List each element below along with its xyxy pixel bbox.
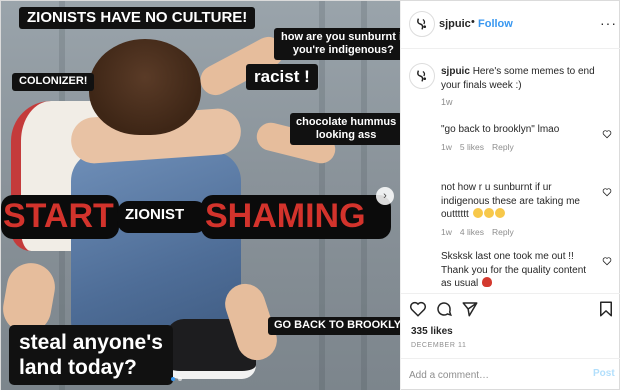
comment-text: Sksksk last one took me out !! Thank you… [441, 250, 616, 291]
crying-emoji-icon [494, 208, 505, 218]
comment-time[interactable]: 1w [441, 142, 452, 152]
comment-item: "go back to brooklyn" lmao 1w 5 likes Re… [441, 123, 616, 152]
meme-label-line: how are you sunburnt if [281, 31, 400, 43]
comment-item: not how r u sunburnt if ur indigenous th… [441, 181, 616, 237]
sjp-logo-icon [417, 18, 427, 30]
heart-icon[interactable] [602, 187, 612, 197]
avatar[interactable] [409, 11, 435, 37]
instagram-post: ZIONISTS HAVE NO CULTURE! how are you su… [0, 0, 620, 390]
comment-text: "go back to brooklyn" lmao [441, 124, 560, 135]
meme-label-colonizer: COLONIZER! [12, 73, 95, 91]
crying-emoji-icon [483, 208, 494, 218]
comment-likes[interactable]: 4 likes [460, 227, 484, 237]
banner-zionist-text: ZIONIST [125, 206, 185, 223]
banner-shaming-text: SHAMING [205, 197, 366, 235]
bookmark-icon[interactable] [597, 300, 615, 318]
carousel-indicator [171, 377, 182, 381]
meme-label-line: land today? [19, 356, 137, 380]
caption-timestamp[interactable]: 1w [441, 97, 453, 107]
comment-text-body: Sksksk last one took me out !! Thank you… [441, 251, 587, 289]
crying-emoji-icon [472, 208, 483, 218]
sjp-logo-icon [417, 70, 427, 82]
add-comment-bar: Post [401, 358, 620, 390]
banner-start-text: START [3, 197, 114, 235]
avatar[interactable] [409, 63, 435, 89]
comment-icon[interactable] [435, 300, 453, 318]
post-header: sjpuic • Follow ··· [401, 1, 620, 49]
comment-item: Sksksk last one took me out !! Thank you… [441, 250, 616, 291]
comment-input[interactable] [409, 366, 579, 384]
meme-label-racist: racist ! [246, 64, 318, 90]
comment-likes[interactable]: 5 likes [460, 142, 484, 152]
post-sidebar: sjpuic • Follow ··· sjpuic Here's some m… [400, 1, 620, 390]
more-options-icon[interactable]: ··· [600, 15, 617, 31]
meme-label-line: you're indigenous? [292, 44, 394, 57]
share-icon[interactable] [461, 300, 479, 318]
comment-meta: 1w 4 likes Reply [441, 227, 616, 237]
carousel-dot [171, 377, 175, 381]
meme-label-line: chocolate hummus [296, 116, 397, 128]
heart-icon[interactable] [409, 300, 427, 318]
meme-label-hummus: chocolate hummus looking ass [290, 113, 400, 146]
comment-meta: 1w 5 likes Reply [441, 142, 616, 152]
follow-button[interactable]: Follow [478, 18, 513, 30]
likes-count[interactable]: 335 likes [411, 326, 453, 337]
post-actions: 335 likes DECEMBER 11 [401, 293, 620, 357]
reply-button[interactable]: Reply [492, 142, 514, 152]
chevron-right-icon[interactable]: › [376, 187, 394, 205]
person-head [89, 39, 201, 135]
post-date[interactable]: DECEMBER 11 [411, 342, 466, 349]
comment-text-body: not how r u sunburnt if ur indigenous th… [441, 182, 580, 220]
carousel-dot [178, 377, 182, 381]
post-comment-button[interactable]: Post [593, 368, 615, 379]
header-username-link[interactable]: sjpuic [439, 18, 471, 30]
meme-label-brooklyn: GO BACK TO BROOKLYN [268, 317, 400, 335]
post-caption: sjpuic Here's some memes to end your fin… [441, 65, 611, 92]
caption-username-link[interactable]: sjpuic [441, 66, 470, 77]
comment-text: not how r u sunburnt if ur indigenous th… [441, 181, 616, 222]
meme-label-steal: steal anyone's land today? [9, 325, 173, 386]
heart-emoji-icon [482, 277, 493, 287]
separator-dot: • [471, 16, 475, 28]
meme-label-line: steal anyone's [19, 331, 163, 354]
meme-label-zionists: ZIONISTS HAVE NO CULTURE! [19, 7, 256, 29]
post-image[interactable]: ZIONISTS HAVE NO CULTURE! how are you su… [1, 1, 400, 390]
meme-label-sunburnt: how are you sunburnt if you're indigenou… [274, 28, 400, 61]
meme-label-line: looking ass [315, 129, 377, 142]
heart-icon[interactable] [602, 256, 612, 266]
heart-icon[interactable] [602, 129, 612, 139]
reply-button[interactable]: Reply [492, 227, 514, 237]
comment-time[interactable]: 1w [441, 227, 452, 237]
